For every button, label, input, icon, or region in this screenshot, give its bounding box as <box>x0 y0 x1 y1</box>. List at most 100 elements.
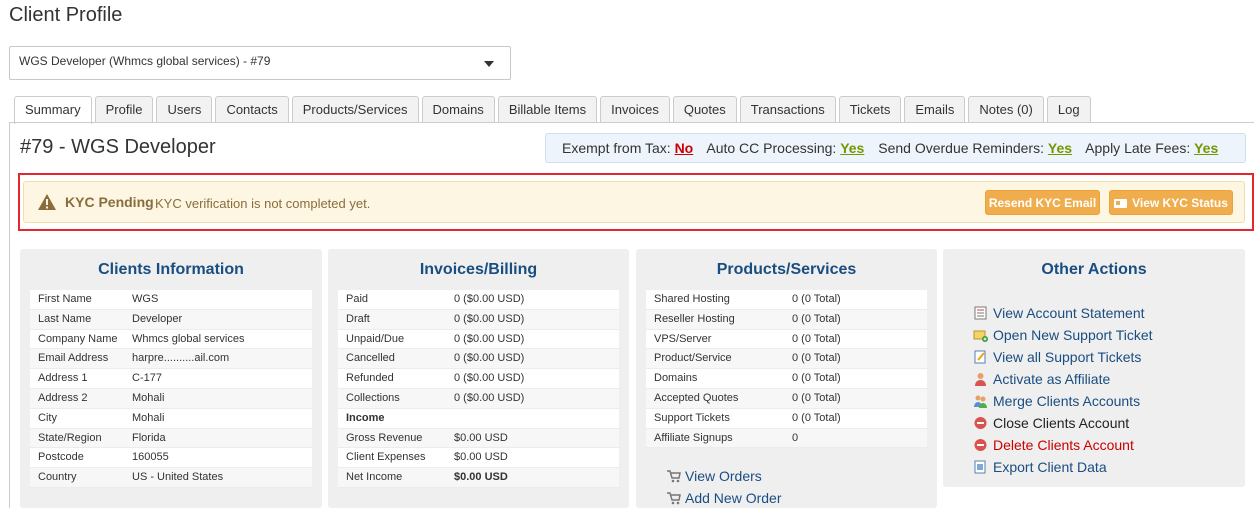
table-row: Paid 0 ($0.00 USD) <box>338 290 619 310</box>
tab-log[interactable]: Log <box>1046 96 1091 123</box>
delete-account-icon <box>974 439 987 451</box>
row-label: Collections <box>346 391 400 404</box>
view-kyc-status-button[interactable]: View KYC Status <box>1109 190 1233 215</box>
cart-icon <box>667 470 681 483</box>
tab-contacts[interactable]: Contacts <box>215 96 289 123</box>
table-row: Client Expenses $0.00 USD <box>338 448 619 469</box>
add-new-order-link[interactable]: Add New Order <box>666 490 781 506</box>
row-label: Paid <box>346 293 369 305</box>
client-select-dropdown[interactable]: WGS Developer (Whmcs global services) - … <box>9 46 511 80</box>
row-value: 0 (0 Total) <box>792 372 841 385</box>
overdue-reminders-label: Send Overdue Reminders: <box>878 140 1044 156</box>
tab-emails[interactable]: Emails <box>904 96 966 123</box>
tab-summary[interactable]: Summary <box>14 96 92 124</box>
row-label: Address 2 <box>38 391 88 404</box>
row-value: $0.00 USD <box>454 431 508 444</box>
row-label: Gross Revenue <box>346 431 423 444</box>
table-row: Draft 0 ($0.00 USD) <box>338 309 619 330</box>
late-fees-toggle[interactable]: Yes <box>1194 140 1218 156</box>
close-account-icon <box>974 417 987 429</box>
warning-icon <box>38 194 56 210</box>
row-label: First Name <box>38 293 92 305</box>
invoices-billing-table: Paid 0 ($0.00 USD) Draft 0 ($0.00 USD) Unp… <box>338 290 619 488</box>
row-value: 0 ($0.00 USD) <box>454 293 525 305</box>
action-label: View Account Statement <box>993 305 1145 321</box>
caret-down-icon <box>484 61 494 67</box>
view-orders-link[interactable]: View Orders <box>666 468 762 484</box>
exempt-tax-toggle[interactable]: No <box>675 140 694 156</box>
auto-cc-toggle[interactable]: Yes <box>840 140 864 156</box>
tab-users[interactable]: Users <box>156 96 213 123</box>
auto-cc-label: Auto CC Processing: <box>706 140 837 156</box>
table-row: First Name WGS <box>30 290 312 310</box>
activate-as-affiliate-link[interactable]: Activate as Affiliate <box>973 368 1153 390</box>
row-value: 0 ($0.00 USD) <box>454 352 525 365</box>
close-clients-account-link[interactable]: Close Clients Account <box>973 412 1153 434</box>
table-row: Net Income $0.00 USD <box>338 468 619 488</box>
row-label: Accepted Quotes <box>654 391 739 404</box>
tab-notes[interactable]: Notes (0) <box>968 96 1044 123</box>
tab-billable-items[interactable]: Billable Items <box>497 96 598 123</box>
users-merge-icon <box>974 395 987 408</box>
client-heading: #79 - WGS Developer <box>20 136 216 158</box>
action-label: Activate as Affiliate <box>993 371 1111 387</box>
other-actions-title: Other Actions <box>1041 261 1147 278</box>
table-row: Address 2 Mohali <box>30 388 312 409</box>
table-row: Shared Hosting 0 (0 Total) <box>646 290 927 310</box>
export-client-data-link[interactable]: Export Client Data <box>973 456 1153 478</box>
row-label: Email Address <box>38 352 109 365</box>
other-actions-panel: Other Actions View Account Statement Ope… <box>943 249 1245 487</box>
action-label: View all Support Tickets <box>993 349 1142 365</box>
table-row: Affiliate Signups 0 <box>646 428 927 449</box>
row-label: City <box>38 411 57 424</box>
tab-invoices[interactable]: Invoices <box>600 96 670 123</box>
row-value: Whmcs global services <box>132 332 245 345</box>
row-label: Company Name <box>38 332 118 345</box>
merge-clients-accounts-link[interactable]: Merge Clients Accounts <box>973 390 1153 412</box>
kyc-status-title: KYC Pending <box>65 194 154 210</box>
other-actions-list: View Account Statement Open New Support … <box>973 302 1153 478</box>
ticket-open-icon <box>973 330 988 342</box>
table-row: Company Name Whmcs global services <box>30 330 312 350</box>
row-value: 0 (0 Total) <box>792 293 841 305</box>
table-row: Support Tickets 0 (0 Total) <box>646 409 927 429</box>
table-row: Unpaid/Due 0 ($0.00 USD) <box>338 330 619 350</box>
row-label: Country <box>38 471 77 484</box>
client-settings-bar: Exempt from Tax: No Auto CC Processing: … <box>545 133 1246 163</box>
row-label: Affiliate Signups <box>654 431 733 444</box>
table-row: Email Address harpre..........ail.com <box>30 349 312 370</box>
action-label: Merge Clients Accounts <box>993 393 1141 409</box>
delete-clients-account-link[interactable]: Delete Clients Account <box>973 434 1153 456</box>
open-new-support-ticket-link[interactable]: Open New Support Ticket <box>973 324 1153 346</box>
row-value: Developer <box>132 312 183 325</box>
late-fees-label: Apply Late Fees: <box>1085 140 1191 156</box>
row-label: Client Expenses <box>346 451 426 464</box>
row-value: WGS <box>132 293 159 305</box>
row-value: 0 ($0.00 USD) <box>454 372 525 385</box>
row-value: 0 (0 Total) <box>792 332 841 345</box>
row-value: $0.00 USD <box>454 451 508 464</box>
resend-kyc-email-button[interactable]: Resend KYC Email <box>985 190 1100 215</box>
tab-tickets[interactable]: Tickets <box>838 96 902 123</box>
row-label: Draft <box>346 312 370 325</box>
clients-information-table: First Name WGS Last Name Developer Company… <box>30 290 312 488</box>
view-all-support-tickets-link[interactable]: View all Support Tickets <box>973 346 1153 368</box>
page-title: Client Profile <box>9 4 123 26</box>
tab-products-services[interactable]: Products/Services <box>291 96 419 123</box>
row-label: Refunded <box>346 372 394 385</box>
table-row: Income <box>338 409 619 429</box>
table-row: Refunded 0 ($0.00 USD) <box>338 369 619 389</box>
tab-quotes[interactable]: Quotes <box>672 96 737 123</box>
table-row: Product/Service 0 (0 Total) <box>646 349 927 370</box>
view-account-statement-link[interactable]: View Account Statement <box>973 302 1153 324</box>
tab-profile[interactable]: Profile <box>94 96 154 123</box>
income-section-label: Income <box>346 411 385 424</box>
row-label: Reseller Hosting <box>654 312 735 325</box>
overdue-reminders-toggle[interactable]: Yes <box>1048 140 1072 156</box>
row-value: 0 (0 Total) <box>792 391 841 404</box>
table-row: State/Region Florida <box>30 428 312 449</box>
kyc-status-message: KYC verification is not completed yet. <box>155 196 371 211</box>
tab-domains[interactable]: Domains <box>421 96 495 123</box>
tab-transactions[interactable]: Transactions <box>739 96 836 123</box>
view-kyc-status-label: View KYC Status <box>1132 196 1228 210</box>
